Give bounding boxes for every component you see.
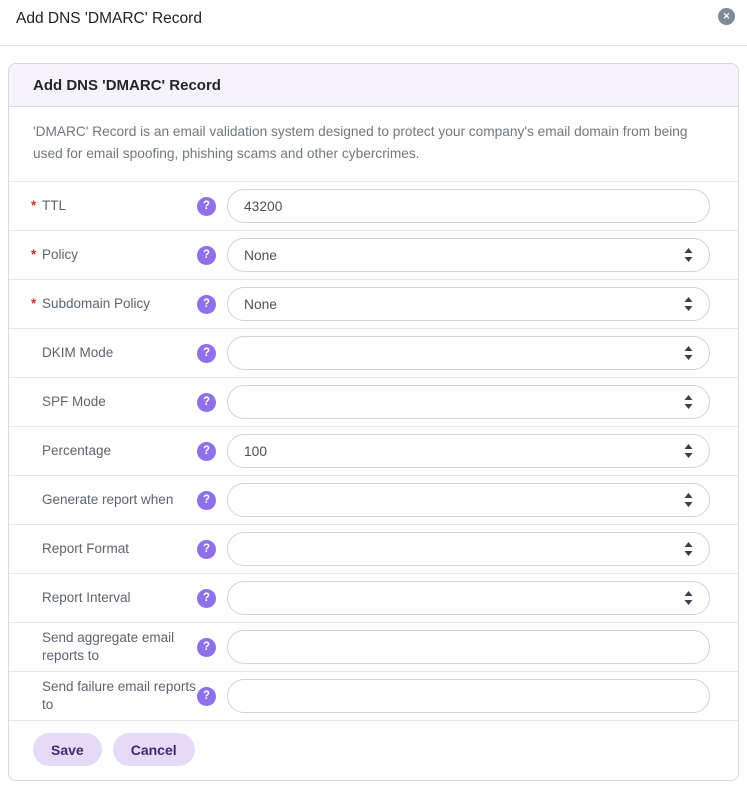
help-icon[interactable]: ? xyxy=(197,539,216,559)
control-wrap: 100 xyxy=(227,434,710,468)
help-icon[interactable]: ? xyxy=(197,686,216,706)
control-wrap: None xyxy=(227,287,710,321)
spf-mode-select[interactable] xyxy=(227,385,710,419)
form-row-generate-report-when: Generate report when ? xyxy=(9,476,738,525)
card-header: Add DNS 'DMARC' Record xyxy=(9,64,738,107)
help-icon[interactable]: ? xyxy=(197,441,216,461)
label-cell: Percentage xyxy=(31,442,197,460)
required-asterisk xyxy=(31,442,42,460)
send-failure-email-reports-to-input[interactable] xyxy=(227,679,710,713)
form-row-ttl: * TTL ? xyxy=(9,182,738,231)
label-cell: SPF Mode xyxy=(31,393,197,411)
label-cell: * Subdomain Policy xyxy=(31,295,197,313)
label-cell: Report Format xyxy=(31,540,197,558)
help-icon[interactable]: ? xyxy=(197,196,216,216)
label-cell: Generate report when xyxy=(31,491,197,509)
cancel-button[interactable]: Cancel xyxy=(112,733,195,766)
form-row-send-aggregate-email-reports-to: Send aggregate email reports to ? xyxy=(9,623,738,672)
help-icon[interactable]: ? xyxy=(197,294,216,314)
required-asterisk: * xyxy=(31,296,37,311)
help-icon[interactable]: ? xyxy=(197,392,216,412)
field-label: Percentage xyxy=(42,443,112,458)
form-row-dkim-mode: DKIM Mode ? xyxy=(9,329,738,378)
dmarc-form-card: Add DNS 'DMARC' Record 'DMARC' Record is… xyxy=(8,63,739,781)
field-label: Send failure email reports to xyxy=(42,679,196,712)
control-wrap xyxy=(227,679,710,713)
form-row-spf-mode: SPF Mode ? xyxy=(9,378,738,427)
required-asterisk: * xyxy=(31,247,37,262)
control-wrap xyxy=(227,532,710,566)
required-asterisk xyxy=(31,678,42,714)
select-value: None xyxy=(244,296,277,312)
form-row-subdomain-policy: * Subdomain Policy ? None xyxy=(9,280,738,329)
form-row-send-failure-email-reports-to: Send failure email reports to ? xyxy=(9,672,738,721)
required-asterisk xyxy=(31,589,42,607)
form-row-percentage: Percentage ? 100 xyxy=(9,427,738,476)
control-wrap xyxy=(227,336,710,370)
select-arrows-icon xyxy=(684,444,693,458)
control-wrap xyxy=(227,189,710,223)
label-cell: DKIM Mode xyxy=(31,344,197,362)
control-wrap xyxy=(227,581,710,615)
form-row-report-format: Report Format ? xyxy=(9,525,738,574)
report-format-select[interactable] xyxy=(227,532,710,566)
send-aggregate-email-reports-to-input[interactable] xyxy=(227,630,710,664)
label-cell: Send aggregate email reports to xyxy=(31,629,197,665)
help-icon[interactable]: ? xyxy=(197,490,216,510)
select-value: None xyxy=(244,247,277,263)
label-cell: Report Interval xyxy=(31,589,197,607)
required-asterisk xyxy=(31,344,42,362)
select-value: 100 xyxy=(244,443,268,459)
ttl-input[interactable] xyxy=(227,189,710,223)
select-arrows-icon xyxy=(684,248,693,262)
select-arrows-icon xyxy=(684,591,693,605)
label-cell: Send failure email reports to xyxy=(31,678,197,714)
field-label: Policy xyxy=(42,247,79,262)
select-arrows-icon xyxy=(684,493,693,507)
control-wrap xyxy=(227,483,710,517)
subdomain-policy-select[interactable]: None xyxy=(227,287,710,321)
select-arrows-icon xyxy=(684,395,693,409)
control-wrap: None xyxy=(227,238,710,272)
save-button[interactable]: Save xyxy=(33,733,102,766)
generate-report-when-select[interactable] xyxy=(227,483,710,517)
label-cell: * Policy xyxy=(31,246,197,264)
field-label: Send aggregate email reports to xyxy=(42,630,175,663)
select-arrows-icon xyxy=(684,297,693,311)
policy-select[interactable]: None xyxy=(227,238,710,272)
field-label: TTL xyxy=(42,198,67,213)
select-arrows-icon xyxy=(684,346,693,360)
required-asterisk xyxy=(31,393,42,411)
percentage-select[interactable]: 100 xyxy=(227,434,710,468)
required-asterisk: * xyxy=(31,198,37,213)
field-label: Generate report when xyxy=(42,492,174,507)
help-icon[interactable]: ? xyxy=(197,343,216,363)
required-asterisk xyxy=(31,629,42,665)
field-label: DKIM Mode xyxy=(42,345,114,360)
form-actions: Save Cancel xyxy=(9,721,738,780)
select-arrows-icon xyxy=(684,542,693,556)
field-label: SPF Mode xyxy=(42,394,106,409)
close-icon[interactable]: ✕ xyxy=(718,8,735,25)
field-label: Subdomain Policy xyxy=(42,296,151,311)
help-icon[interactable]: ? xyxy=(197,637,216,657)
dkim-mode-select[interactable] xyxy=(227,336,710,370)
field-label: Report Interval xyxy=(42,590,131,605)
help-icon[interactable]: ? xyxy=(197,245,216,265)
modal-title: Add DNS 'DMARC' Record xyxy=(16,10,202,27)
report-interval-select[interactable] xyxy=(227,581,710,615)
control-wrap xyxy=(227,385,710,419)
control-wrap xyxy=(227,630,710,664)
card-title: Add DNS 'DMARC' Record xyxy=(33,77,221,94)
required-asterisk xyxy=(31,540,42,558)
form-rows: * TTL ? * Policy ? None * Subdomain Poli… xyxy=(9,182,738,721)
form-description: 'DMARC' Record is an email validation sy… xyxy=(9,107,738,182)
form-row-report-interval: Report Interval ? xyxy=(9,574,738,623)
modal-header: Add DNS 'DMARC' Record ✕ xyxy=(0,0,747,46)
required-asterisk xyxy=(31,491,42,509)
form-row-policy: * Policy ? None xyxy=(9,231,738,280)
label-cell: * TTL xyxy=(31,197,197,215)
help-icon[interactable]: ? xyxy=(197,588,216,608)
field-label: Report Format xyxy=(42,541,130,556)
